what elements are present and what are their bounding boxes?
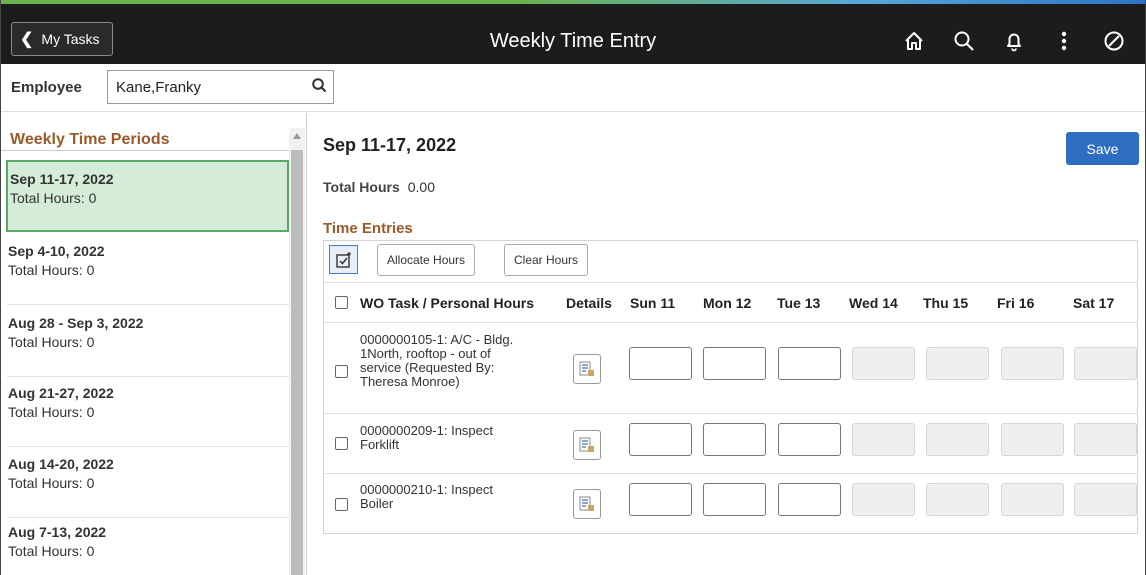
row-checkbox[interactable] — [335, 498, 348, 511]
grid-toolbar: Allocate Hours Clear Hours — [324, 241, 1137, 283]
hours-input-wed — [852, 483, 915, 516]
more-vertical-icon[interactable] — [1039, 26, 1089, 56]
total-hours-label: Total Hours — [323, 179, 400, 195]
hours-input-wed — [852, 347, 915, 380]
clear-hours-button[interactable]: Clear Hours — [504, 244, 589, 276]
employee-field[interactable]: Kane,Franky — [107, 70, 334, 104]
hours-input-thu — [926, 483, 989, 516]
hours-input-sun[interactable] — [629, 483, 692, 516]
compass-icon[interactable] — [1089, 26, 1139, 56]
periods-scrollbar[interactable] — [289, 128, 305, 575]
period-hours: Total Hours: 0 — [8, 475, 95, 491]
employee-value: Kane,Franky — [116, 79, 202, 96]
hours-input-mon[interactable] — [703, 483, 766, 516]
save-button[interactable]: Save — [1066, 132, 1139, 165]
top-bar: ❮ My Tasks Weekly Time Entry — [1, 4, 1145, 64]
period-item[interactable]: Aug 7-13, 2022 Total Hours: 0 — [7, 514, 289, 575]
hours-input-tue[interactable] — [778, 347, 841, 380]
period-name: Aug 28 - Sep 3, 2022 — [8, 315, 144, 331]
app-window: ❮ My Tasks Weekly Time Entry Employee Ka… — [0, 0, 1146, 575]
task-description: 0000000210-1: Inspect Boiler — [360, 482, 493, 511]
period-item[interactable]: Aug 28 - Sep 3, 2022 Total Hours: 0 — [7, 305, 289, 377]
period-title: Sep 11-17, 2022 — [323, 135, 457, 155]
task-description: 0000000105-1: A/C - Bldg. 1North, roofto… — [360, 332, 514, 389]
details-icon — [579, 496, 594, 511]
task-description: 0000000209-1: Inspect Forklift — [360, 423, 493, 452]
column-header: Sun 11 — [630, 295, 676, 311]
time-entries-title: Time Entries — [323, 220, 413, 237]
hours-input-tue[interactable] — [778, 483, 841, 516]
divider — [1, 150, 289, 151]
period-item[interactable]: Sep 11-17, 2022 Total Hours: 0 — [6, 160, 289, 232]
periods-title: Weekly Time Periods — [10, 131, 170, 148]
details-button[interactable] — [573, 354, 601, 384]
hours-input-fri — [1001, 347, 1064, 380]
column-header: Thu 15 — [923, 295, 969, 311]
row-divider — [324, 413, 1137, 414]
time-entries-grid: Allocate Hours Clear Hours WO Task / Per… — [323, 240, 1138, 534]
period-item[interactable]: Sep 4-10, 2022 Total Hours: 0 — [7, 233, 289, 305]
hours-input-sat — [1074, 347, 1137, 380]
period-name: Aug 7-13, 2022 — [8, 524, 107, 540]
hours-input-sun[interactable] — [629, 347, 692, 380]
period-name: Aug 14-20, 2022 — [8, 456, 114, 472]
total-hours: Total Hours 0.00 — [323, 179, 435, 195]
details-icon — [579, 361, 594, 376]
hours-input-tue[interactable] — [778, 423, 841, 456]
select-all-checkbox[interactable] — [335, 296, 348, 309]
row-divider — [324, 473, 1137, 474]
home-icon[interactable] — [889, 26, 939, 56]
row-divider — [324, 322, 1137, 323]
row-checkbox[interactable] — [335, 365, 348, 378]
period-hours: Total Hours: 0 — [8, 404, 95, 420]
column-header: Mon 12 — [703, 295, 752, 311]
scroll-up-arrow-icon[interactable] — [293, 133, 301, 139]
bell-icon[interactable] — [989, 26, 1039, 56]
hours-input-thu — [926, 347, 989, 380]
row-checkbox[interactable] — [335, 437, 348, 450]
periods-panel: Weekly Time Periods Sep 11-17, 2022 Tota… — [1, 113, 307, 575]
hours-input-fri — [1001, 423, 1064, 456]
period-hours: Total Hours: 0 — [10, 190, 97, 206]
column-header: Fri 16 — [997, 295, 1035, 311]
period-name: Aug 21-27, 2022 — [8, 385, 114, 401]
hours-input-thu — [926, 423, 989, 456]
period-name: Sep 4-10, 2022 — [8, 243, 105, 259]
column-header: Wed 14 — [849, 295, 898, 311]
column-header: Details — [566, 295, 612, 311]
details-icon — [579, 437, 594, 452]
hours-input-wed — [852, 423, 915, 456]
search-icon[interactable] — [939, 26, 989, 56]
details-button[interactable] — [573, 489, 601, 519]
hours-input-mon[interactable] — [703, 423, 766, 456]
column-header: Tue 13 — [777, 295, 821, 311]
period-hours: Total Hours: 0 — [8, 262, 95, 278]
hours-input-sun[interactable] — [629, 423, 692, 456]
allocate-hours-button[interactable]: Allocate Hours — [377, 244, 476, 276]
mass-update-icon[interactable] — [329, 245, 358, 274]
employee-row: Employee Kane,Franky — [1, 64, 1145, 112]
period-item[interactable]: Aug 14-20, 2022 Total Hours: 0 — [7, 446, 289, 518]
scrollbar-thumb[interactable] — [291, 150, 303, 575]
total-hours-value: 0.00 — [407, 179, 435, 195]
hours-input-mon[interactable] — [703, 347, 766, 380]
employee-label: Employee — [11, 79, 82, 96]
column-header: WO Task / Personal Hours — [360, 295, 535, 311]
details-button[interactable] — [573, 430, 601, 460]
top-icons — [889, 26, 1139, 56]
period-hours: Total Hours: 0 — [8, 334, 95, 350]
main-content: Sep 11-17, 2022 Save Total Hours 0.00 Tim… — [308, 113, 1145, 575]
hours-input-sat — [1074, 483, 1137, 516]
search-icon[interactable] — [311, 77, 327, 100]
column-header: Sat 17 — [1073, 295, 1115, 311]
period-name: Sep 11-17, 2022 — [10, 171, 114, 187]
hours-input-fri — [1001, 483, 1064, 516]
hours-input-sat — [1074, 423, 1137, 456]
period-item[interactable]: Aug 21-27, 2022 Total Hours: 0 — [7, 375, 289, 447]
period-hours: Total Hours: 0 — [8, 543, 95, 559]
